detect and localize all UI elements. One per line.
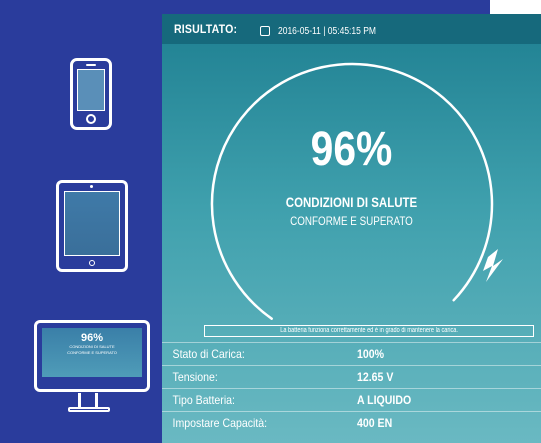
gauge-arc xyxy=(210,62,494,320)
monitor-preview-line2: CONFORME E SUPERATO xyxy=(67,350,117,355)
detail-value: 100% xyxy=(357,347,385,361)
monitor-base xyxy=(68,407,110,412)
detail-row: Impostare Capacità: 400 EN xyxy=(162,411,541,434)
detail-value: A LIQUIDO xyxy=(357,393,412,407)
detail-label: Tipo Batteria: xyxy=(172,393,235,407)
monitor-preview-value: 96% xyxy=(80,332,104,344)
battery-note: La batteria funziona correttamente ed è … xyxy=(204,325,534,337)
result-timestamp: 2016-05-11 | 05:45:15 PM xyxy=(277,25,376,37)
detail-value: 12.65 V xyxy=(357,370,394,384)
device-rail: 96% CONDIZIONI DI SALUTE CONFORME E SUPE… xyxy=(0,0,162,443)
detail-row: Tensione: 12.65 V xyxy=(162,365,541,388)
health-percentage: 96% xyxy=(310,123,393,176)
result-title: RISULTATO: xyxy=(174,22,238,36)
calendar-icon xyxy=(259,26,270,36)
smartphone-icon[interactable] xyxy=(70,58,112,130)
result-header: RISULTATO: 2016-05-11 | 05:45:15 PM xyxy=(162,14,541,44)
top-corner-block xyxy=(490,0,541,14)
health-gauge xyxy=(210,62,503,320)
tablet-icon[interactable] xyxy=(56,180,128,272)
detail-label: Tensione: xyxy=(172,370,218,384)
result-panel: RISULTATO: 2016-05-11 | 05:45:15 PM 96% … xyxy=(162,14,541,443)
charge-bolt-icon xyxy=(483,249,503,282)
detail-row: Stato di Carica: 100% xyxy=(162,342,541,365)
detail-label: Impostare Capacità: xyxy=(172,416,268,430)
monitor-icon[interactable]: 96% CONDIZIONI DI SALUTE CONFORME E SUPE… xyxy=(34,320,150,392)
detail-value: 400 EN xyxy=(357,416,393,430)
health-condition: CONDIZIONI DI SALUTE xyxy=(285,194,418,210)
detail-row: Tipo Batteria: A LIQUIDO xyxy=(162,388,541,411)
detail-label: Stato di Carica: xyxy=(172,347,245,361)
monitor-screen-preview: 96% CONDIZIONI DI SALUTE CONFORME E SUPE… xyxy=(42,328,142,377)
details-table: Stato di Carica: 100% Tensione: 12.65 V … xyxy=(162,342,541,434)
health-status: CONFORME E SUPERATO xyxy=(290,214,413,228)
